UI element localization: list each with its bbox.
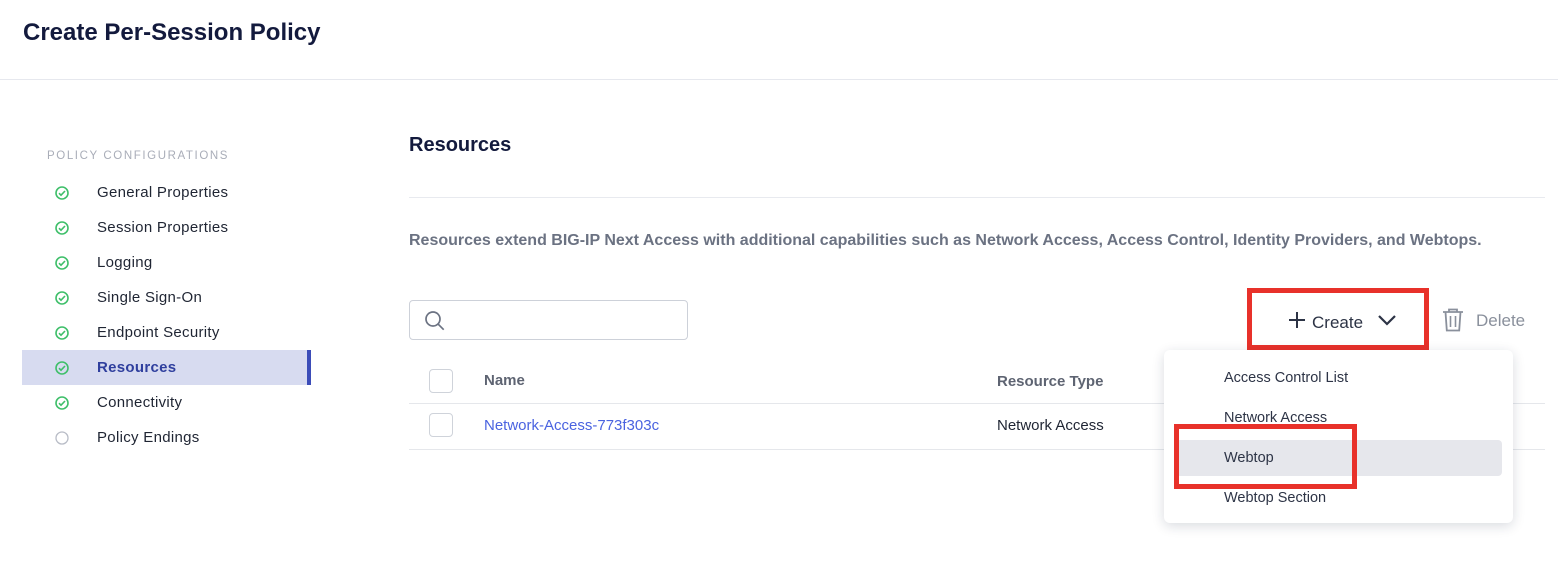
row-checkbox[interactable] [429,413,453,437]
check-circle-icon [55,361,69,375]
page-header: Create Per-Session Policy [0,0,1558,80]
create-dropdown-menu: Access Control List Network Access Webto… [1164,350,1513,523]
sidebar-item-policy-endings[interactable]: Policy Endings [22,420,310,455]
sidebar-item-general-properties[interactable]: General Properties [22,175,310,210]
menu-item-label: Network Access [1224,410,1328,426]
menu-item-label: Webtop Section [1224,490,1327,506]
check-circle-icon [55,396,69,410]
menu-item-network-access[interactable]: Network Access [1176,400,1502,436]
menu-item-webtop-section[interactable]: Webtop Section [1176,480,1502,516]
sidebar-item-label: Single Sign-On [97,289,203,306]
section-title: Resources [409,134,512,156]
column-header-name[interactable]: Name [484,372,525,389]
resource-name-link[interactable]: Network-Access-773f303c [484,417,659,434]
delete-button[interactable]: Delete [1441,305,1536,335]
sidebar-item-single-sign-on[interactable]: Single Sign-On [22,280,310,315]
create-button[interactable]: Create [1247,288,1429,350]
sidebar-item-label: Policy Endings [97,429,200,446]
menu-item-access-control-list[interactable]: Access Control List [1176,360,1502,396]
plus-icon [1289,312,1305,328]
sidebar-item-connectivity[interactable]: Connectivity [22,385,310,420]
check-circle-icon [55,326,69,340]
select-all-checkbox[interactable] [429,369,453,393]
check-circle-icon [55,221,69,235]
sidebar-item-resources[interactable]: Resources [22,350,311,385]
search-input[interactable] [454,307,679,333]
chevron-down-icon [1378,315,1396,326]
sidebar-item-logging[interactable]: Logging [22,245,310,280]
sidebar-item-label: Connectivity [97,394,183,411]
delete-button-label: Delete [1476,311,1526,330]
check-circle-icon [55,256,69,270]
sidebar-item-session-properties[interactable]: Session Properties [22,210,310,245]
page-title: Create Per-Session Policy [23,19,321,46]
menu-item-label: Webtop [1224,450,1274,466]
section-description: Resources extend BIG-IP Next Access with… [409,232,1482,249]
sidebar-section-label: POLICY CONFIGURATIONS [47,150,230,162]
search-field[interactable] [409,300,688,340]
trash-icon [1443,308,1463,332]
sidebar-item-label: Logging [97,254,153,271]
create-button-label: Create [1312,313,1364,332]
sidebar-item-label: General Properties [97,184,229,201]
sidebar-item-label: Resources [97,359,177,376]
sidebar-item-label: Session Properties [97,219,229,236]
menu-item-webtop[interactable]: Webtop [1176,440,1502,476]
check-circle-icon [55,186,69,200]
sidebar-item-label: Endpoint Security [97,324,220,341]
column-header-resource-type[interactable]: Resource Type [997,373,1103,390]
section-divider [409,197,1545,198]
search-icon [425,311,445,331]
sidebar-item-endpoint-security[interactable]: Endpoint Security [22,315,310,350]
menu-item-label: Access Control List [1224,370,1349,386]
check-circle-icon [55,291,69,305]
resource-type-cell: Network Access [997,417,1104,434]
empty-circle-icon [55,431,69,445]
